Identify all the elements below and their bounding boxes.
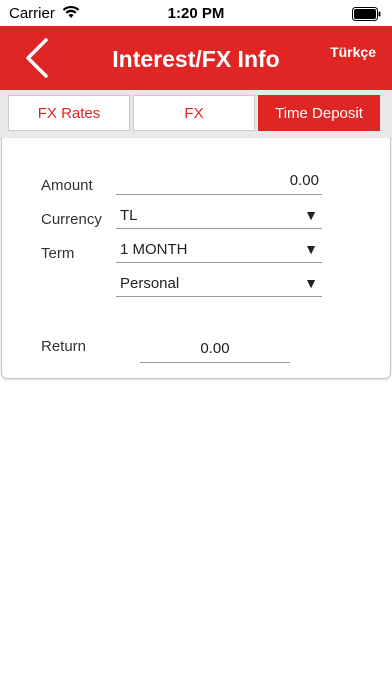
amount-input[interactable]: 0.00 — [116, 170, 322, 195]
customer-type-value: Personal — [120, 275, 180, 292]
currency-select[interactable]: TL ▼ — [116, 204, 322, 229]
tab-time-deposit[interactable]: Time Deposit — [258, 95, 380, 131]
amount-value: 0.00 — [289, 172, 319, 189]
tab-fx-rates[interactable]: FX Rates — [8, 95, 130, 131]
term-value: 1 MONTH — [120, 241, 188, 258]
dropdown-arrow-icon: ▼ — [304, 241, 318, 257]
clock: 1:20 PM — [167, 5, 225, 22]
amount-label: Amount — [41, 177, 93, 194]
language-toggle-button[interactable]: Türkçe — [330, 44, 376, 60]
tab-fx[interactable]: FX — [133, 95, 255, 131]
term-select[interactable]: 1 MONTH ▼ — [116, 238, 322, 263]
status-bar: Carrier 1:20 PM — [0, 0, 392, 26]
battery-icon — [352, 7, 382, 21]
time-deposit-form: Amount 0.00 Currency TL ▼ Term 1 MONTH ▼… — [1, 138, 391, 379]
customer-type-select[interactable]: Personal ▼ — [116, 272, 322, 297]
dropdown-arrow-icon: ▼ — [304, 207, 318, 223]
term-label: Term — [41, 245, 75, 262]
dropdown-arrow-icon: ▼ — [304, 275, 318, 291]
currency-value: TL — [120, 207, 138, 224]
currency-label: Currency — [41, 211, 102, 228]
nav-bar: Interest/FX Info Türkçe — [0, 26, 392, 90]
return-label: Return — [41, 338, 87, 355]
tab-bar: FX Rates FX Time Deposit — [0, 90, 392, 139]
return-value: 0.00 — [140, 340, 290, 363]
